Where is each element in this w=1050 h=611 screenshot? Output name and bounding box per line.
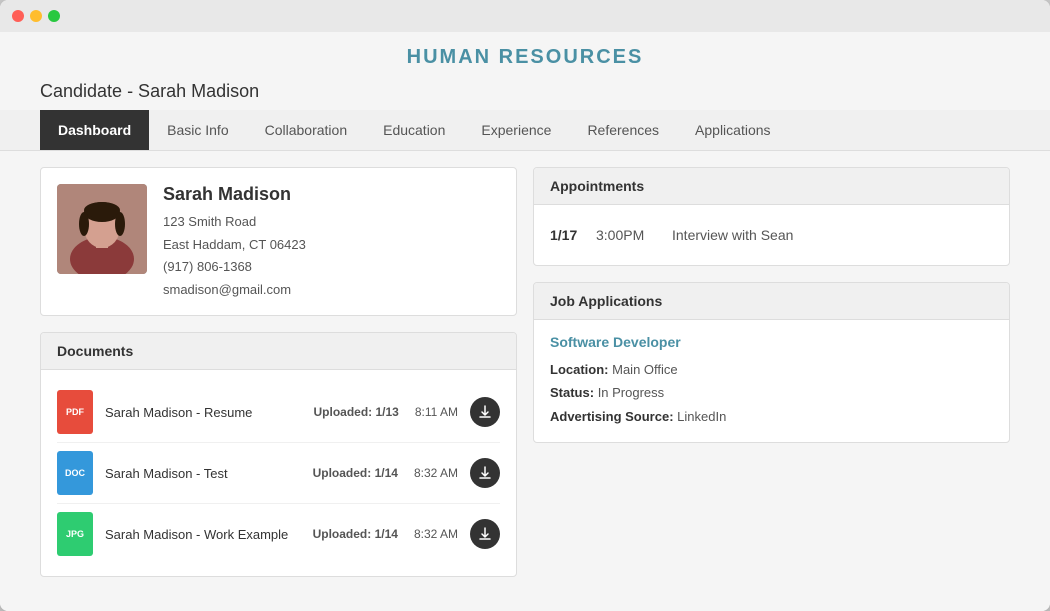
download-btn-2[interactable] — [470, 458, 500, 488]
tab-education[interactable]: Education — [365, 110, 463, 150]
tab-applications[interactable]: Applications — [677, 110, 789, 150]
documents-card: Documents PDF Sarah Madison - Resume Upl… — [40, 332, 517, 577]
job-applications-body: Software Developer Location: Main Office… — [534, 320, 1009, 442]
candidate-name: Candidate - Sarah Madison — [40, 81, 1010, 102]
tab-references[interactable]: References — [569, 110, 677, 150]
doc-icon-jpg-3: JPG — [57, 512, 93, 556]
doc-time-3: 8:32 AM — [414, 527, 458, 541]
job-source-value: LinkedIn — [677, 409, 726, 424]
page-header: Candidate - Sarah Madison — [0, 77, 1050, 110]
main-content: Sarah Madison 123 Smith Road East Haddam… — [0, 151, 1050, 611]
job-status-1: Status: In Progress — [550, 381, 993, 404]
right-panel: Appointments 1/17 3:00PM Interview with … — [533, 167, 1010, 595]
tab-dashboard[interactable]: Dashboard — [40, 110, 149, 150]
doc-icon-pdf-1: PDF — [57, 390, 93, 434]
profile-address1: 123 Smith Road — [163, 212, 306, 232]
close-btn[interactable] — [12, 10, 24, 22]
left-panel: Sarah Madison 123 Smith Road East Haddam… — [40, 167, 517, 595]
appointments-body: 1/17 3:00PM Interview with Sean — [534, 205, 1009, 265]
document-item-3: JPG Sarah Madison - Work Example Uploade… — [57, 504, 500, 564]
doc-time-2: 8:32 AM — [414, 466, 458, 480]
documents-header: Documents — [41, 333, 516, 370]
app-window: HUMAN RESOURCES Candidate - Sarah Madiso… — [0, 0, 1050, 611]
doc-upload-1: Uploaded: 1/13 — [313, 405, 398, 419]
job-source-1: Advertising Source: LinkedIn — [550, 405, 993, 428]
tabs-bar: Dashboard Basic Info Collaboration Educa… — [0, 110, 1050, 151]
appointments-card: Appointments 1/17 3:00PM Interview with … — [533, 167, 1010, 266]
doc-upload-2: Uploaded: 1/14 — [313, 466, 398, 480]
profile-email: smadison@gmail.com — [163, 280, 306, 300]
job-location-value: Main Office — [612, 362, 678, 377]
document-item-2: DOC Sarah Madison - Test Uploaded: 1/14 … — [57, 443, 500, 504]
profile-address2: East Haddam, CT 06423 — [163, 235, 306, 255]
appt-date-1: 1/17 — [550, 227, 580, 243]
profile-phone: (917) 806-1368 — [163, 257, 306, 277]
job-applications-card: Job Applications Software Developer Loca… — [533, 282, 1010, 443]
appt-time-1: 3:00PM — [596, 227, 656, 243]
minimize-btn[interactable] — [30, 10, 42, 22]
maximize-btn[interactable] — [48, 10, 60, 22]
appointments-header: Appointments — [534, 168, 1009, 205]
appointment-item-1: 1/17 3:00PM Interview with Sean — [550, 217, 993, 253]
job-title-1[interactable]: Software Developer — [550, 334, 993, 350]
tab-basic-info[interactable]: Basic Info — [149, 110, 246, 150]
download-btn-1[interactable] — [470, 397, 500, 427]
appt-desc-1: Interview with Sean — [672, 227, 793, 243]
doc-upload-3: Uploaded: 1/14 — [313, 527, 398, 541]
app-content: HUMAN RESOURCES Candidate - Sarah Madiso… — [0, 32, 1050, 611]
job-source-label: Advertising Source: — [550, 409, 674, 424]
document-item-1: PDF Sarah Madison - Resume Uploaded: 1/1… — [57, 382, 500, 443]
app-title: HUMAN RESOURCES — [0, 46, 1050, 69]
doc-icon-doc-2: DOC — [57, 451, 93, 495]
profile-card: Sarah Madison 123 Smith Road East Haddam… — [40, 167, 517, 316]
app-header: HUMAN RESOURCES — [0, 32, 1050, 77]
title-bar — [0, 0, 1050, 32]
profile-info: Sarah Madison 123 Smith Road East Haddam… — [163, 184, 306, 299]
job-applications-header: Job Applications — [534, 283, 1009, 320]
job-status-label: Status: — [550, 385, 594, 400]
profile-name: Sarah Madison — [163, 184, 306, 205]
job-location-label: Location: — [550, 362, 609, 377]
doc-time-1: 8:11 AM — [415, 405, 458, 419]
tab-collaboration[interactable]: Collaboration — [247, 110, 366, 150]
doc-name-3: Sarah Madison - Work Example — [105, 527, 301, 542]
job-location-1: Location: Main Office — [550, 358, 993, 381]
documents-body: PDF Sarah Madison - Resume Uploaded: 1/1… — [41, 370, 516, 576]
doc-name-2: Sarah Madison - Test — [105, 466, 301, 481]
tab-experience[interactable]: Experience — [463, 110, 569, 150]
doc-name-1: Sarah Madison - Resume — [105, 405, 301, 420]
job-status-value: In Progress — [598, 385, 664, 400]
download-btn-3[interactable] — [470, 519, 500, 549]
avatar — [57, 184, 147, 274]
